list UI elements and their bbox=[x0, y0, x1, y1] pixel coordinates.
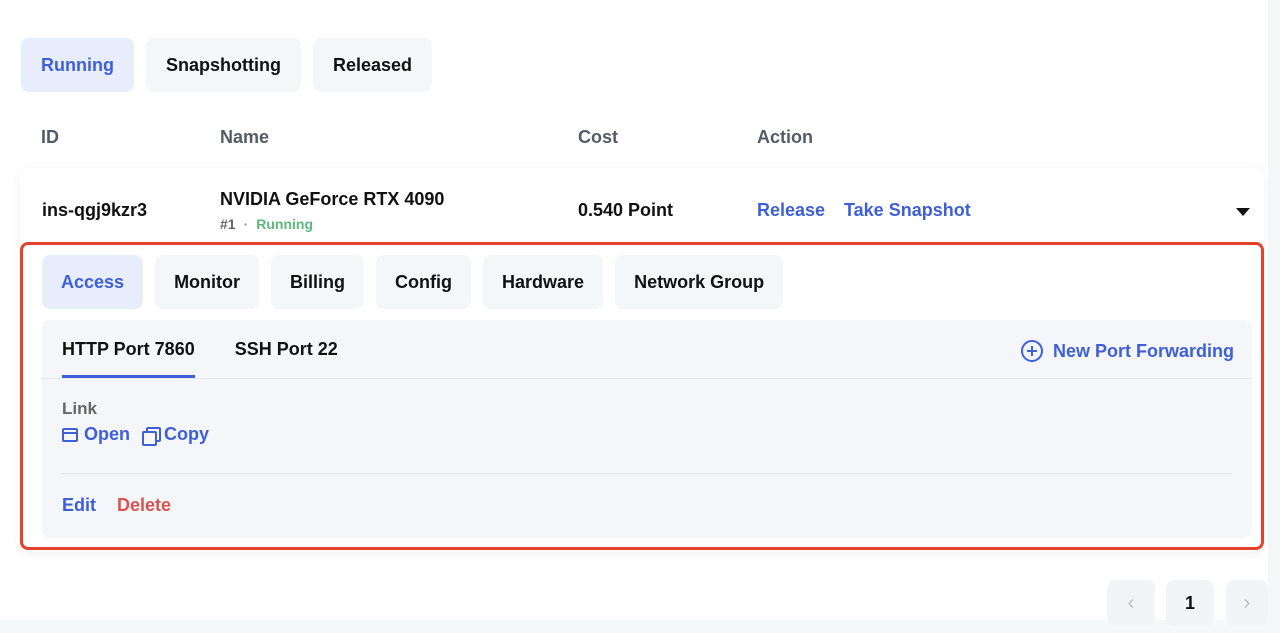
column-header-action: Action bbox=[757, 127, 813, 147]
tab-snapshotting[interactable]: Snapshotting bbox=[145, 38, 301, 92]
delete-button[interactable]: Delete bbox=[117, 495, 171, 516]
release-button[interactable]: Release bbox=[757, 200, 825, 221]
tab-running[interactable]: Running bbox=[21, 38, 134, 92]
divider bbox=[42, 378, 1252, 379]
detail-tabs: Access Monitor Billing Config Hardware N… bbox=[42, 255, 784, 309]
new-port-forwarding-button[interactable]: New Port Forwarding bbox=[1020, 340, 1234, 362]
tab-monitor[interactable]: Monitor bbox=[155, 255, 260, 309]
access-section: HTTP Port 7860 SSH Port 22 New Port Forw… bbox=[42, 320, 1252, 538]
instance-cost: 0.540 Point bbox=[578, 200, 674, 220]
copy-link-button[interactable]: Copy bbox=[142, 424, 210, 446]
plus-circle-icon bbox=[1020, 340, 1043, 362]
tab-http-port[interactable]: HTTP Port 7860 bbox=[62, 320, 195, 378]
tab-config[interactable]: Config bbox=[376, 255, 472, 309]
prev-page-button[interactable]: ‹ bbox=[1107, 580, 1155, 626]
link-actions: Open Copy bbox=[62, 424, 210, 446]
take-snapshot-button[interactable]: Take Snapshot bbox=[844, 200, 971, 221]
tab-ssh-port[interactable]: SSH Port 22 bbox=[235, 320, 338, 378]
meta-separator: · bbox=[243, 216, 249, 232]
copy-icon bbox=[142, 426, 162, 446]
tab-network-group[interactable]: Network Group bbox=[615, 255, 784, 309]
column-header-cost: Cost bbox=[578, 127, 618, 147]
new-port-forwarding-label: New Port Forwarding bbox=[1052, 340, 1234, 361]
tab-access[interactable]: Access bbox=[42, 255, 144, 309]
browser-window-icon bbox=[62, 427, 78, 442]
column-header-id: ID bbox=[41, 127, 59, 147]
expand-chevron-down-icon[interactable] bbox=[1236, 208, 1250, 216]
next-page-button[interactable]: › bbox=[1226, 580, 1268, 626]
instance-index: #1 bbox=[220, 216, 236, 232]
tab-billing[interactable]: Billing bbox=[271, 255, 365, 309]
column-header-name: Name bbox=[220, 127, 270, 147]
status-badge: Running bbox=[256, 216, 314, 232]
instances-panel: Running Snapshotting Released ID Name Co… bbox=[0, 0, 1268, 620]
instance-gpu-name: NVIDIA GeForce RTX 4090 bbox=[220, 189, 445, 209]
tab-released[interactable]: Released bbox=[312, 38, 433, 92]
link-label: Link bbox=[62, 399, 97, 418]
divider bbox=[62, 473, 1232, 474]
instance-meta: #1 · Running bbox=[220, 216, 313, 232]
tab-hardware[interactable]: Hardware bbox=[483, 255, 604, 309]
edit-button[interactable]: Edit bbox=[62, 495, 96, 516]
page-1-button[interactable]: 1 bbox=[1166, 580, 1214, 626]
copy-label: Copy bbox=[164, 424, 210, 444]
status-tabs: Running Snapshotting Released bbox=[21, 38, 433, 92]
port-tabs: HTTP Port 7860 SSH Port 22 bbox=[62, 320, 338, 378]
open-link-button[interactable]: Open bbox=[62, 424, 130, 445]
instance-id: ins-qgj9kzr3 bbox=[42, 200, 148, 220]
open-label: Open bbox=[84, 424, 131, 444]
instance-detail-panel: Access Monitor Billing Config Hardware N… bbox=[20, 242, 1264, 550]
